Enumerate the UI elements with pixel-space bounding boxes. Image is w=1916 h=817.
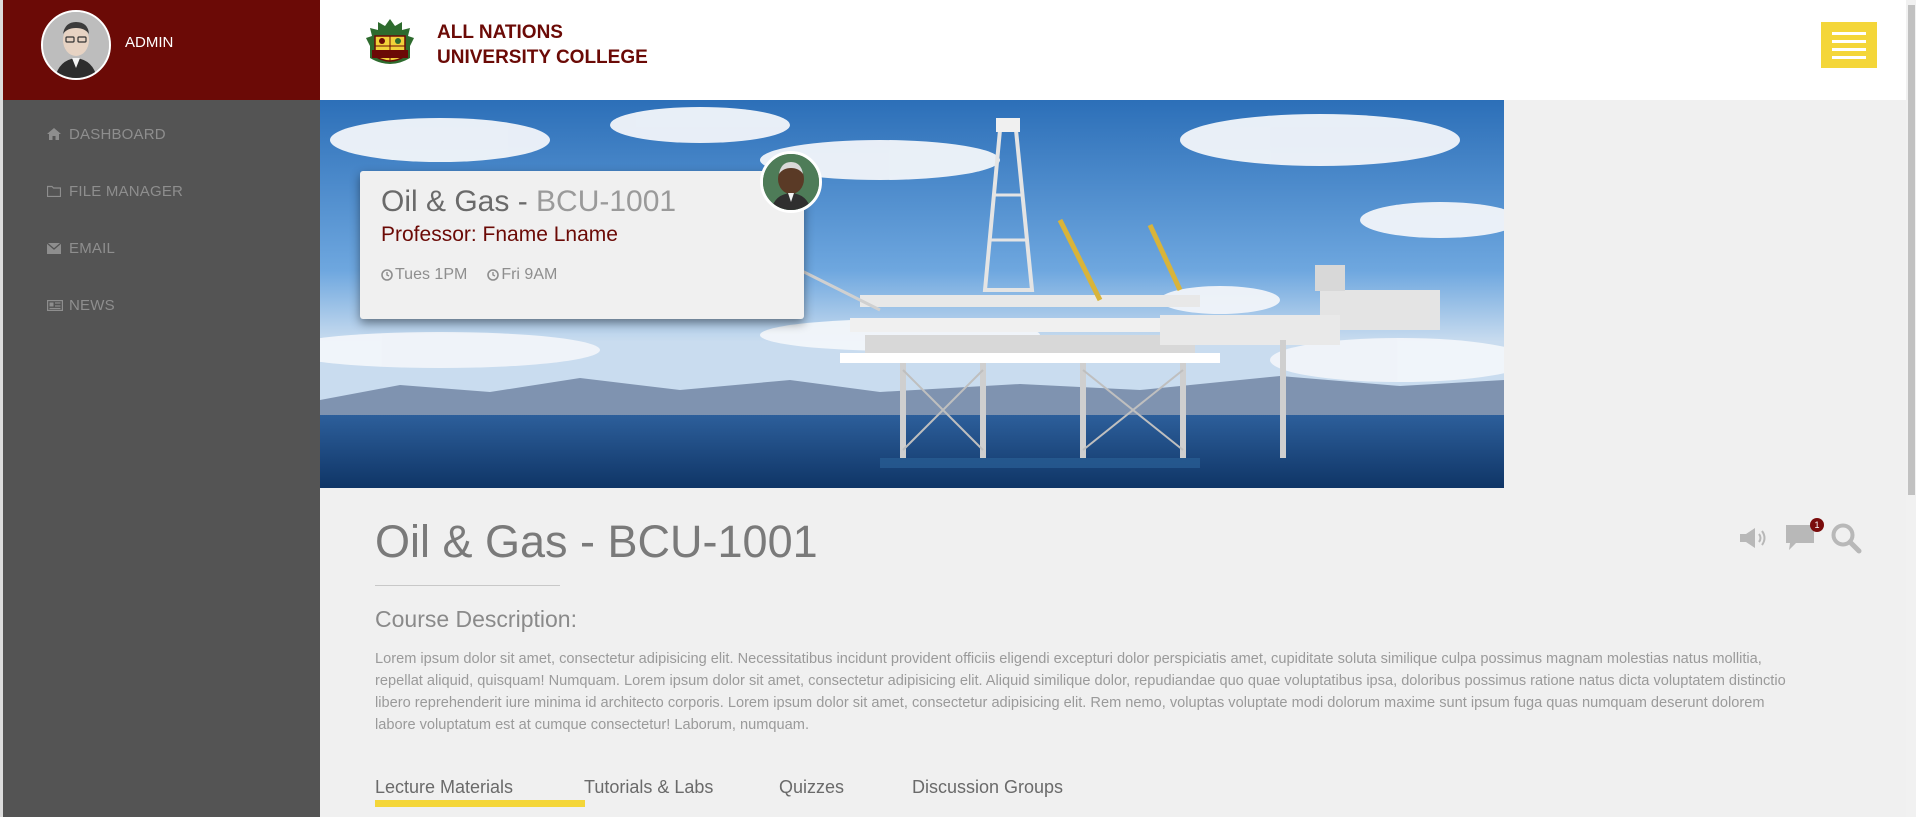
sidebar-item-news[interactable]: NEWS [47,293,115,317]
clock-icon [487,269,500,281]
page-title: Oil & Gas - BCU-1001 [375,516,818,567]
admin-label: ADMIN [125,34,174,51]
sidebar-item-label: DASHBOARD [69,125,166,143]
messages-button[interactable]: 1 [1784,518,1824,553]
tab-tutorials-labs[interactable]: Tutorials & Labs [584,777,713,798]
hamburger-icon-bar [1832,47,1866,51]
card-professor: Professor: Fname Lname [381,223,618,246]
search-button[interactable] [1830,522,1862,554]
tab-discussion-groups[interactable]: Discussion Groups [912,777,1063,798]
college-name-line1: ALL NATIONS [437,22,563,43]
course-description: Lorem ipsum dolor sit amet, consectetur … [375,651,1786,733]
sidebar-user-panel: ADMIN [3,0,320,100]
college-name: ALL NATIONS UNIVERSITY COLLEGE [437,20,648,70]
hamburger-icon-bar [1832,55,1866,59]
scrollbar-thumb[interactable] [1908,5,1915,495]
tab-quizzes[interactable]: Quizzes [779,777,844,798]
notification-badge: 1 [1810,518,1824,532]
card-course-name: Oil & Gas - [381,185,537,218]
college-logo[interactable] [362,18,418,75]
schedule-time: Fri 9AM [487,266,557,284]
folder-icon [47,185,69,197]
course-info-card: Oil & Gas - BCU-1001 Professor: Fname Ln… [360,171,804,319]
active-tab-indicator [375,800,585,807]
card-course-code: BCU-1001 [536,185,677,218]
sidebar-item-email[interactable]: EMAIL [47,236,115,260]
title-divider [375,585,560,586]
professor-avatar[interactable] [760,151,822,213]
sidebar-item-label: NEWS [69,296,115,314]
admin-avatar[interactable] [41,10,111,80]
hamburger-icon-bar [1832,39,1866,43]
college-name-line2: UNIVERSITY COLLEGE [437,47,648,68]
newspaper-icon [47,299,69,311]
class-schedule: Tues 1PM Fri 9AM [381,266,557,284]
search-icon [1831,523,1862,554]
menu-button[interactable] [1821,22,1877,68]
announcements-button[interactable] [1738,525,1770,551]
home-icon [47,128,69,140]
page-scrollbar[interactable] [1906,0,1916,817]
sidebar: ADMIN DASHBOARD FILE MANAGER EMAIL NEWS [3,0,320,817]
hamburger-icon-bar [1832,31,1866,35]
envelope-icon [47,242,69,254]
sidebar-item-label: EMAIL [69,239,116,257]
description-heading: Course Description: [375,606,577,632]
schedule-time: Tues 1PM [381,266,467,284]
top-bar: ALL NATIONS UNIVERSITY COLLEGE [320,0,1916,100]
course-actions: 1 [1738,518,1862,554]
sidebar-item-label: FILE MANAGER [69,182,184,200]
sidebar-item-file-manager[interactable]: FILE MANAGER [47,179,183,203]
megaphone-icon [1740,528,1766,548]
card-course-title: Oil & Gas - BCU-1001 [381,185,676,219]
schedule-time-label: Fri 9AM [501,266,558,283]
tab-lecture-materials[interactable]: Lecture Materials [375,777,513,798]
sidebar-item-dashboard[interactable]: DASHBOARD [47,122,166,146]
clock-icon [381,269,393,281]
schedule-time-label: Tues 1PM [395,266,468,283]
